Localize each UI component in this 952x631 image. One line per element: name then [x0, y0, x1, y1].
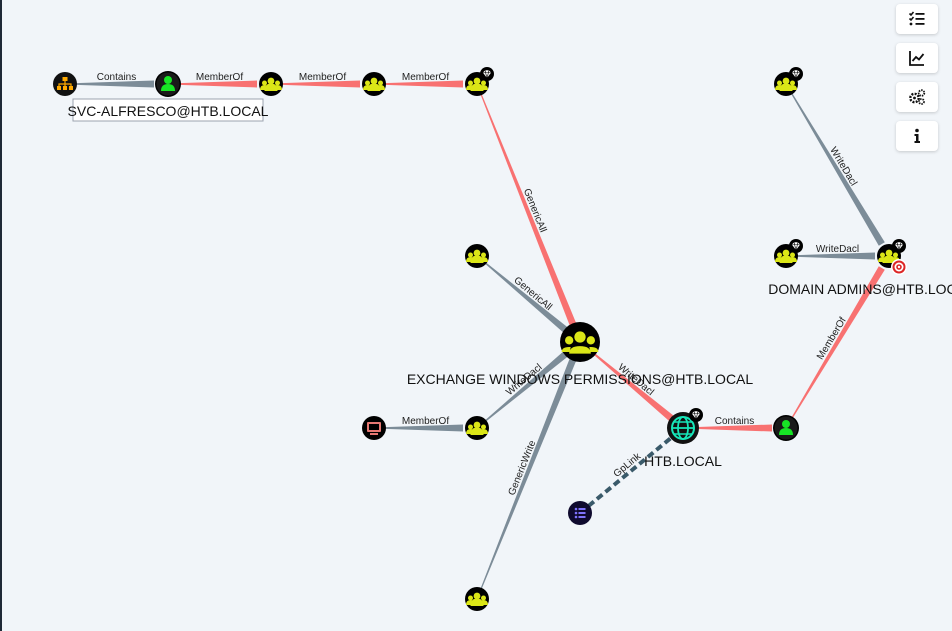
edge-label: GenericAll	[511, 275, 553, 313]
high-value-gem-icon	[789, 67, 803, 81]
node-domain[interactable]	[667, 408, 703, 444]
high-value-gem-icon	[480, 67, 494, 81]
chart-line-icon	[909, 51, 925, 66]
edge-label: MemberOf	[196, 72, 243, 83]
node-group_f[interactable]	[465, 587, 489, 611]
node-group_c[interactable]	[465, 67, 494, 96]
node-admin_user[interactable]	[773, 415, 799, 441]
node-group_b[interactable]	[362, 72, 386, 96]
settings-button[interactable]	[896, 82, 938, 112]
chart-button[interactable]	[896, 43, 938, 73]
info-button[interactable]	[896, 121, 938, 151]
cogs-icon	[909, 89, 926, 105]
info-icon	[914, 128, 920, 143]
edge-group_d-exchange_perms[interactable]	[476, 255, 572, 336]
graph-toolbar	[896, 4, 938, 151]
node-group_e[interactable]	[465, 416, 489, 440]
target-icon	[891, 259, 907, 275]
edge-label: MemberOf	[402, 416, 449, 427]
node-computer[interactable]	[362, 416, 386, 440]
high-value-gem-icon	[789, 239, 803, 253]
node-ou[interactable]	[53, 72, 77, 96]
edge-label: Contains	[715, 416, 754, 427]
node-label: DOMAIN ADMINS@HTB.LOCAL	[768, 281, 952, 297]
edge-label: Contains	[97, 72, 136, 83]
node-group_h[interactable]	[774, 239, 803, 268]
edge-group_f-exchange_perms[interactable]	[476, 353, 579, 600]
node-exchange_perms[interactable]	[560, 322, 600, 362]
list-check-icon	[908, 11, 925, 26]
edge-group_g-domain_admins[interactable]	[785, 83, 885, 246]
edge-gpo-domain[interactable]	[578, 435, 674, 515]
edge-group_e-exchange_perms[interactable]	[476, 348, 572, 429]
edges-layer	[65, 80, 885, 600]
toggle-list-button[interactable]	[896, 4, 938, 34]
high-value-gem-icon	[892, 239, 906, 253]
nodes-layer	[53, 67, 907, 611]
node-group_g[interactable]	[774, 67, 803, 96]
node-group_d[interactable]	[465, 244, 489, 268]
node-svc_user[interactable]	[155, 71, 181, 97]
node-group_a[interactable]	[259, 72, 283, 96]
node-label: SVC-ALFRESCO@HTB.LOCAL	[68, 103, 269, 119]
edge-label: WriteDacl	[816, 244, 859, 255]
edge-label: MemberOf	[402, 72, 449, 83]
node-label: EXCHANGE WINDOWS PERMISSIONS@HTB.LOCAL	[407, 371, 754, 387]
graph-canvas[interactable]: Contains MemberOf MemberOf MemberOf GenericA…	[0, 0, 952, 631]
list-icon	[574, 507, 586, 519]
high-value-gem-icon	[689, 408, 703, 422]
node-label: HTB.LOCAL	[644, 453, 722, 469]
node-gpo[interactable]	[568, 501, 592, 525]
edge-label: MemberOf	[299, 72, 346, 83]
